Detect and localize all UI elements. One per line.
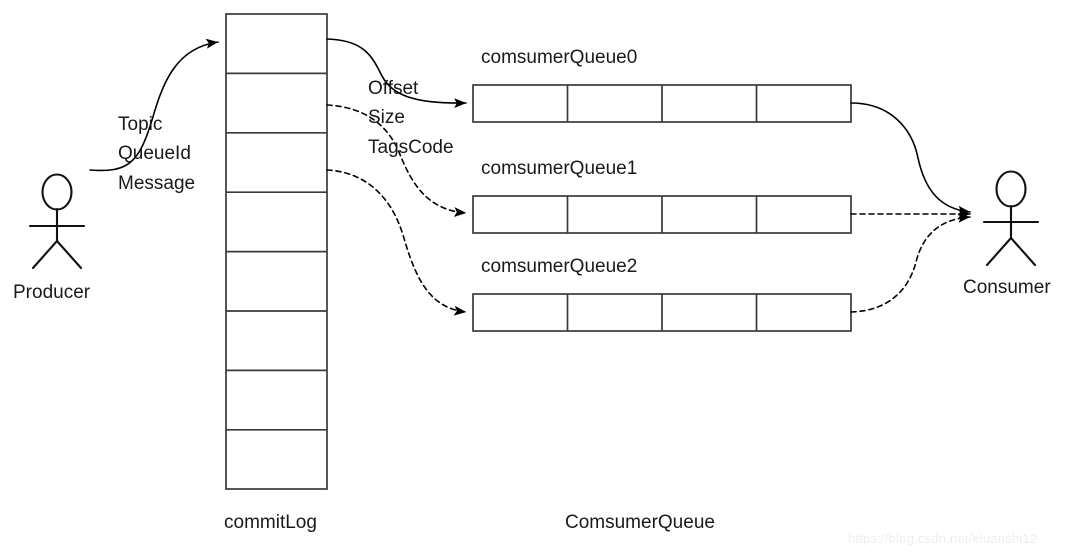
consumer-queue-0-structure	[472, 84, 852, 123]
dispatch-field-size: Size	[368, 107, 405, 129]
producer-field-topic: Topic	[118, 114, 163, 135]
dispatch-field-offset: Offset	[368, 78, 419, 99]
commit-log-structure	[225, 13, 328, 490]
consumer-queue-2-title: comsumerQueue2	[481, 256, 638, 277]
consumer-queue-group-caption: ComsumerQueue	[565, 512, 715, 533]
consumer-label: Consumer	[963, 277, 1051, 298]
arrow-queue2-to-consumer	[850, 212, 971, 313]
consumer-queue-2-structure	[472, 293, 852, 332]
consumer-queue-1-structure	[472, 195, 852, 234]
arrow-queue0-to-consumer	[850, 102, 971, 216]
commit-log-caption: commitLog	[224, 512, 317, 533]
consumer-figure-icon	[982, 170, 1040, 267]
arrow-commitlog-to-queue2	[326, 169, 467, 316]
watermark-text: https://blog.csdn.net/eluanshi12	[848, 531, 1038, 546]
diagram-canvas: Topic QueueId Message Offset Size TagsCo…	[0, 0, 1080, 559]
producer-field-message: Message	[118, 172, 196, 194]
consumer-queue-1-title: comsumerQueue1	[481, 158, 638, 179]
producer-field-queueid: QueueId	[118, 143, 191, 165]
dispatch-fields: Offset Size TagsCode	[368, 78, 454, 159]
producer-label: Producer	[13, 282, 91, 303]
consumer-queue-0-title: comsumerQueue0	[481, 47, 638, 68]
producer-message-fields: Topic QueueId Message	[118, 114, 195, 195]
producer-figure-icon	[28, 173, 86, 270]
dispatch-field-tagscode: TagsCode	[368, 136, 454, 158]
diagram-artwork	[28, 13, 1040, 490]
